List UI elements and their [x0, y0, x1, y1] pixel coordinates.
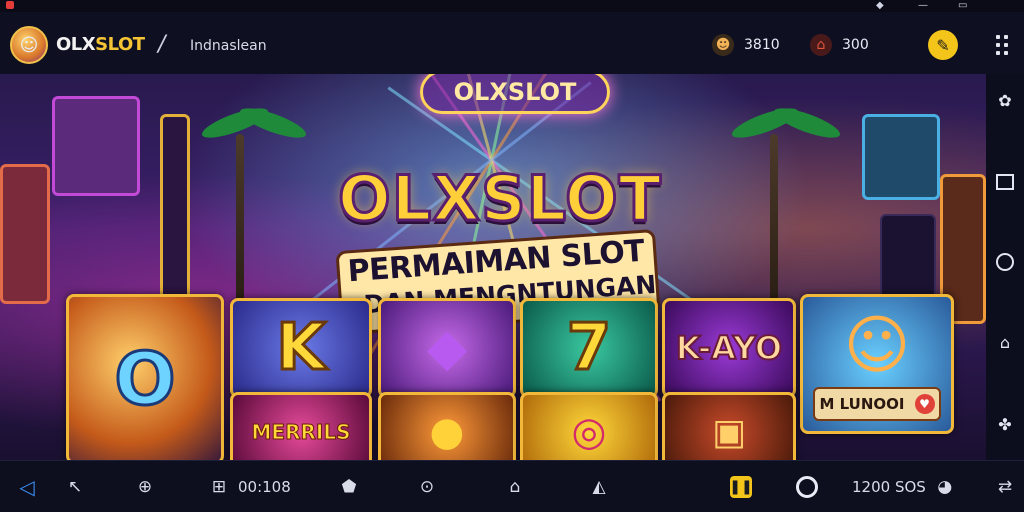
user-icon: ✎: [936, 35, 950, 55]
gift-count: 300: [842, 37, 869, 53]
slot-tile-gem[interactable]: ◆: [378, 298, 516, 398]
circle-icon: [996, 253, 1014, 271]
slot-tile-chest[interactable]: ▣: [662, 392, 796, 460]
counter-display[interactable]: ⊞ 00:108: [208, 475, 291, 499]
slot-tile-coins[interactable]: ●: [378, 392, 516, 460]
profile-button[interactable]: ✎: [928, 30, 958, 60]
k-symbol: K: [275, 310, 328, 387]
brand-suffix: SLOT: [95, 34, 145, 55]
top-app-bar: ☺ OLXSLOT / Indnaslean ☻ 3810 ⌂ 300 ✎: [0, 12, 1024, 74]
pause-button[interactable]: ❚❚: [729, 475, 753, 499]
pointer-button[interactable]: ↖: [64, 475, 86, 499]
kayo-symbol: K-AYO: [675, 328, 783, 368]
menu-button[interactable]: [996, 32, 1008, 58]
slot-tile-k[interactable]: K: [230, 298, 372, 398]
wifi-icon: ◆: [876, 0, 884, 11]
slot-tile-ring[interactable]: O: [66, 294, 224, 460]
puzzle-icon[interactable]: ✤: [995, 414, 1015, 434]
grid-icon: ⊞: [211, 477, 227, 497]
back-button[interactable]: ◁: [16, 475, 38, 499]
status-bar: ◆ — ▭: [0, 0, 1024, 12]
slot-tile-merrils[interactable]: MERRILS: [230, 392, 372, 460]
gift-icon: ⌂: [810, 34, 832, 56]
palm-tree: [236, 134, 244, 304]
recent-apps-button[interactable]: [995, 172, 1015, 192]
mascot-character-icon: ☺: [843, 309, 911, 383]
gift-stat[interactable]: ⌂ 300: [810, 34, 869, 56]
slot-tile-kayo[interactable]: K-AYO: [662, 298, 796, 398]
slot-tile-mascot[interactable]: ☺ M LUNOOI ♥: [800, 294, 954, 434]
settings-icon[interactable]: ✿: [995, 90, 1015, 110]
record-button[interactable]: [796, 475, 818, 499]
counter-value: 00:108: [238, 478, 291, 496]
arcade-machine: [862, 114, 940, 200]
arcade-machine: [52, 96, 140, 196]
arcade-machine: [0, 164, 50, 304]
coin-stack-icon: ●: [429, 409, 465, 455]
globe-icon: ◕: [937, 477, 953, 497]
mascot-icon: ☺: [19, 34, 39, 56]
pointer-icon: ↖: [67, 477, 83, 497]
minimize-icon: —: [918, 0, 928, 11]
balance-display[interactable]: 1200 SOS ◕: [852, 475, 956, 499]
square-icon: [996, 174, 1014, 190]
slot-tile-ring-gold[interactable]: ◎: [520, 392, 658, 460]
site-name: Indnaslean: [190, 38, 267, 54]
switch-icon: ⇄: [997, 477, 1013, 497]
brand-logo[interactable]: ☺: [10, 26, 48, 64]
brand-wordmark[interactable]: OLXSLOT: [56, 34, 145, 55]
house-button[interactable]: ⌂: [995, 332, 1015, 352]
ring-icon: [796, 476, 818, 498]
treasure-chest-icon: ▣: [711, 411, 746, 453]
slot-tile-seven[interactable]: 7: [520, 298, 658, 398]
gem-button[interactable]: ⬟: [338, 475, 360, 499]
gold-ring-icon: ◎: [571, 409, 607, 455]
coin-icon: ☻: [712, 34, 734, 56]
window-icon: ▭: [958, 0, 968, 11]
home-nav-button[interactable]: ⌂: [504, 475, 526, 499]
notification-dot-icon: [6, 1, 14, 9]
home-icon: ⌂: [509, 477, 521, 497]
hero-banner[interactable]: OLXSLOT OLXSLOT PERMAIMAN SLOT DAN MENGN…: [0, 74, 986, 460]
heart-icon: ♥: [914, 394, 935, 414]
brand-prefix: OLX: [56, 34, 96, 55]
bag-icon: ⊕: [137, 477, 153, 497]
mascot-label[interactable]: M LUNOOI ♥: [813, 387, 941, 421]
ring-symbol-icon: O: [113, 336, 177, 423]
coin-count: 3810: [744, 37, 780, 53]
merrils-symbol: MERRILS: [251, 420, 351, 445]
balance-value: 1200 SOS: [852, 478, 926, 496]
palm-tree: [770, 134, 778, 304]
neon-sign: OLXSLOT: [420, 74, 610, 114]
bottom-bar: ◁ ↖ ⊕ ⊞ 00:108 ⬟ ⊙ ⌂ ◭ ❚❚ 1200 SOS ◕ ⇄: [0, 460, 1024, 512]
back-arrow-icon: ◁: [19, 475, 35, 499]
hero-title: OLXSLOT: [337, 161, 663, 237]
coin-stat[interactable]: ☻ 3810: [712, 34, 780, 56]
gem-symbol-icon: ◆: [427, 318, 467, 378]
search-icon: ⊙: [419, 477, 435, 497]
breadcrumb-divider: /: [158, 32, 166, 57]
send-button[interactable]: ◭: [588, 475, 610, 499]
bag-button[interactable]: ⊕: [134, 475, 156, 499]
seven-symbol: 7: [565, 310, 613, 387]
home-button[interactable]: [995, 252, 1015, 272]
mascot-label-text: M LUNOOI: [819, 395, 905, 413]
send-icon: ◭: [592, 477, 606, 497]
search-button[interactable]: ⊙: [416, 475, 438, 499]
side-nav-rail: ✿ ⌂ ✤: [986, 74, 1024, 460]
diamond-icon: ⬟: [341, 477, 357, 497]
app-switcher-button[interactable]: ⇄: [994, 475, 1016, 499]
pause-icon: ❚❚: [729, 476, 753, 498]
